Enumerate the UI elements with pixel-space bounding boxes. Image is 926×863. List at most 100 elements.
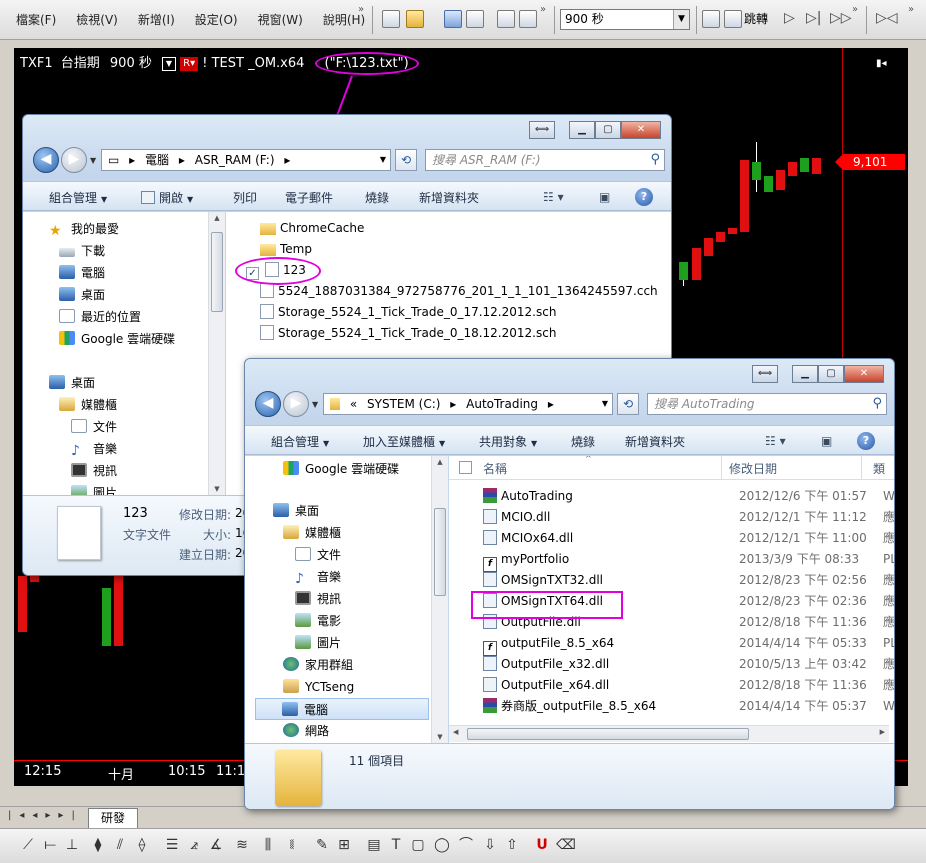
- explorer-window-autotrading[interactable]: ⟺ ▁ ▢ ✕ ◀ ▶ ▼ « SYSTEM (C:) ▸ AutoTradin…: [244, 358, 895, 810]
- restore-arrows-icon[interactable]: ⟺: [529, 121, 555, 139]
- chevron-down-icon[interactable]: ▼: [380, 150, 386, 170]
- nav-item-music[interactable]: ♪ 音樂: [295, 566, 341, 588]
- preview-pane-icon[interactable]: ▣: [599, 190, 610, 204]
- column-date[interactable]: 修改日期: [729, 460, 777, 477]
- column-divider[interactable]: [721, 456, 722, 480]
- forward-button[interactable]: ▶: [61, 147, 87, 173]
- arrow-down-tool-icon[interactable]: ⇩: [480, 835, 500, 855]
- print-button[interactable]: 列印: [233, 189, 257, 206]
- nav-item-desktop[interactable]: 桌面: [59, 284, 105, 306]
- fan-tool-icon[interactable]: ⦨: [184, 835, 204, 855]
- list-item[interactable]: fmyPortfolio2013/3/9 下午 08:33PLE: [483, 549, 894, 572]
- cycle-tool-icon[interactable]: ⫼: [258, 835, 278, 855]
- pen-tool-icon[interactable]: ✎: [312, 835, 332, 855]
- close-button[interactable]: ✕: [621, 121, 661, 139]
- scroll-up-icon[interactable]: ▲: [432, 458, 448, 466]
- magnet-tool-icon[interactable]: U: [532, 835, 552, 855]
- address-bar[interactable]: « SYSTEM (C:) ▸ AutoTrading ▸ ▼: [323, 393, 613, 415]
- organize-button[interactable]: 組合管理 ▼: [271, 433, 329, 450]
- minimize-button[interactable]: ▁: [569, 121, 595, 139]
- help-icon[interactable]: ?: [635, 188, 653, 206]
- close-button[interactable]: ✕: [844, 365, 884, 383]
- list-item[interactable]: foutputFile_8.5_x642014/4/14 下午 05:33PLE: [483, 633, 894, 656]
- angle-tool-icon[interactable]: ∡: [206, 835, 226, 855]
- list-item[interactable]: 券商版_outputFile_8.5_x64 2014/4/14 下午 05:37…: [483, 696, 894, 717]
- address-segment-drive[interactable]: ASR_RAM (F:): [195, 150, 275, 170]
- chevron-down-icon[interactable]: ▼: [602, 394, 608, 414]
- nav-item-documents[interactable]: 文件: [71, 416, 117, 438]
- burn-button[interactable]: 燒錄: [571, 433, 595, 450]
- refresh-button[interactable]: ⟲: [395, 149, 417, 171]
- list-item[interactable]: Storage_5524_1_Tick_Trade_0_18.12.2012.s…: [260, 323, 556, 344]
- arrow-up-tool-icon[interactable]: ⇧: [502, 835, 522, 855]
- address-sep-icon[interactable]: ▸: [129, 150, 135, 170]
- nav-item-videos[interactable]: 視訊: [295, 588, 341, 610]
- list-item[interactable]: OutputFile_x64.dll 2012/8/18 下午 11:36 應用: [483, 675, 894, 696]
- address-sep-icon[interactable]: ▸: [179, 150, 185, 170]
- navigation-pane-scrollbar[interactable]: ▲ ▼: [431, 456, 448, 743]
- table-tool-icon[interactable]: ⊞: [334, 835, 354, 855]
- new-folder-button[interactable]: 新增資料夾: [625, 433, 685, 450]
- arc-tool-icon[interactable]: ⌒: [456, 835, 476, 855]
- time-zone-tool-icon[interactable]: ⧛: [282, 835, 302, 855]
- address-segment-autotrading[interactable]: AutoTrading: [466, 394, 538, 414]
- nav-item-downloads[interactable]: 下載: [59, 240, 105, 262]
- address-sep-icon[interactable]: ▸: [450, 394, 456, 414]
- forward-button[interactable]: ▶: [283, 391, 309, 417]
- address-sep-icon[interactable]: ▸: [548, 394, 554, 414]
- back-button[interactable]: ◀: [33, 147, 59, 173]
- scroll-down-icon[interactable]: ▼: [432, 733, 448, 741]
- address-bar[interactable]: ▭ ▸ 電腦 ▸ ASR_RAM (F:) ▸ ▼: [101, 149, 391, 171]
- history-dropdown-icon[interactable]: ▼: [90, 156, 96, 165]
- nav-item-google-drive[interactable]: Google 雲端硬碟: [59, 328, 175, 350]
- address-segment-system[interactable]: SYSTEM (C:): [367, 394, 440, 414]
- address-sep-icon[interactable]: ▸: [284, 150, 290, 170]
- nav-item-desktop[interactable]: 桌面: [273, 500, 319, 522]
- column-divider[interactable]: [861, 456, 862, 480]
- address-segment-computer[interactable]: 電腦: [145, 150, 169, 170]
- minimize-button[interactable]: ▁: [792, 365, 818, 383]
- nav-item-libraries[interactable]: 媒體櫃: [59, 394, 117, 416]
- column-type[interactable]: 類: [873, 460, 885, 477]
- nav-item-music[interactable]: ♪ 音樂: [71, 438, 117, 460]
- nav-item-documents[interactable]: 文件: [295, 544, 341, 566]
- view-options-icon[interactable]: ☷ ▾: [543, 190, 564, 204]
- nav-item-pictures[interactable]: 圖片: [295, 632, 341, 654]
- parallel-tool-icon[interactable]: ⫽: [110, 835, 130, 855]
- nav-item-user[interactable]: YCTseng: [283, 676, 354, 698]
- maximize-button[interactable]: ▢: [818, 365, 844, 383]
- navigation-pane-scrollbar[interactable]: ▲ ▼: [208, 212, 225, 495]
- ray-tool-icon[interactable]: ⟝: [40, 835, 60, 855]
- search-input[interactable]: 搜尋 AutoTrading ⚲: [647, 393, 887, 415]
- scroll-right-icon[interactable]: ▶: [880, 728, 885, 736]
- new-folder-button[interactable]: 新增資料夾: [419, 189, 479, 206]
- text-tool-icon[interactable]: T: [386, 835, 406, 855]
- nav-item-favorites[interactable]: ★ 我的最愛: [49, 218, 119, 240]
- open-button[interactable]: 開啟 ▼: [141, 189, 193, 206]
- tab-research[interactable]: 研發: [88, 808, 139, 828]
- fib-tool-icon[interactable]: ⟠: [132, 835, 152, 855]
- nav-item-computer[interactable]: 電腦: [255, 698, 429, 720]
- nav-item-network[interactable]: 網路: [283, 720, 329, 742]
- ellipse-tool-icon[interactable]: ◯: [432, 835, 452, 855]
- line-tool-icon[interactable]: ⟋: [18, 835, 38, 855]
- list-item[interactable]: 5524_1887031384_972758776_201_1_1_101_13…: [260, 281, 658, 302]
- maximize-button[interactable]: ▢: [595, 121, 621, 139]
- grid-tool-icon[interactable]: ☰: [162, 835, 182, 855]
- channel-tool-icon[interactable]: ⧫: [88, 835, 108, 855]
- list-item[interactable]: AutoTrading 2012/12/6 下午 01:57 Wi: [483, 486, 894, 507]
- restore-arrows-icon[interactable]: ⟺: [752, 365, 778, 383]
- rectangle-tool-icon[interactable]: ▢: [408, 835, 428, 855]
- file-list-hscrollbar[interactable]: ◀ ▶: [449, 725, 889, 742]
- scroll-down-icon[interactable]: ▼: [209, 485, 225, 493]
- history-dropdown-icon[interactable]: ▼: [312, 400, 318, 409]
- preview-pane-icon[interactable]: ▣: [821, 434, 832, 448]
- nav-item-recent[interactable]: 最近的位置: [59, 306, 141, 328]
- nav-item-videos[interactable]: 視訊: [71, 460, 117, 482]
- refresh-button[interactable]: ⟲: [617, 393, 639, 415]
- burn-button[interactable]: 燒錄: [365, 189, 389, 206]
- nav-item-pictures[interactable]: 圖片: [71, 482, 117, 495]
- nav-item-google-drive[interactable]: Google 雲端硬碟: [283, 458, 399, 480]
- list-item[interactable]: MCIOx64.dll 2012/12/1 下午 11:00 應用: [483, 528, 894, 549]
- view-options-icon[interactable]: ☷ ▾: [765, 434, 786, 448]
